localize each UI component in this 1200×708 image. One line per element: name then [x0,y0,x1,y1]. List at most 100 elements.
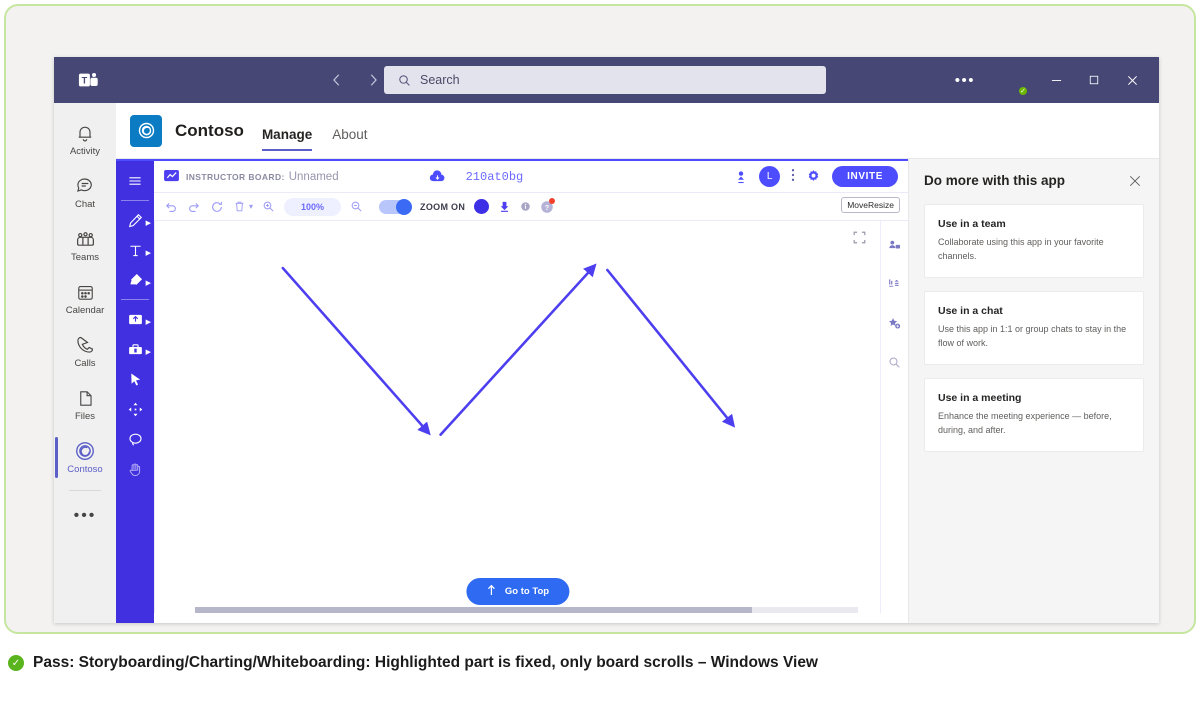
gear-icon[interactable] [806,169,821,184]
window-body: Activity Chat Teams Calendar Calls Files… [54,103,1159,623]
vertical-dots-icon[interactable] [791,168,795,185]
close-button[interactable] [1113,57,1151,103]
tool-divider [121,200,149,201]
trash-icon[interactable] [233,200,246,213]
participants-icon[interactable] [888,239,901,252]
app-content: Contoso Manage About ▶ ▶ ▶ ▶ ▶ INSTRUCTO… [116,103,1159,623]
search-input[interactable]: Search [384,66,826,94]
bell-icon [75,122,95,144]
hand-pan-icon[interactable] [116,454,154,484]
sidebar-item-label: Teams [71,252,99,263]
teams-titlebar: T Search ••• ✓ [54,57,1159,103]
sidebar-more-button[interactable]: ••• [54,497,116,525]
stamp-icon[interactable] [498,200,511,213]
svg-text:T: T [82,76,88,86]
sidebar-item-calendar[interactable]: Calendar [54,272,116,325]
zoom-out-icon[interactable] [350,200,363,213]
scrollbar-thumb[interactable] [195,607,752,613]
go-to-top-button[interactable]: Go to Top [465,578,570,605]
moveresize-badge[interactable]: MoveResize [841,197,900,213]
zoom-level[interactable]: 100% [284,197,342,216]
file-icon [76,387,95,409]
board-toolbar: ▾ 100% ZOOM ON ? [154,193,908,221]
board-header: INSTRUCTOR BOARD: Unnamed 210at0bg L INV… [154,161,908,193]
go-to-top-label: Go to Top [504,586,550,597]
card-use-in-a-meeting[interactable]: Use in a meeting Enhance the meeting exp… [924,378,1144,452]
check-circle-icon: ✓ [8,655,24,671]
contoso-app-icon [130,114,162,147]
cloud-save-icon[interactable] [429,170,446,183]
chevron-right-icon: ▶ [145,349,151,356]
zoom-in-icon[interactable] [262,200,275,213]
invite-button[interactable]: INVITE [832,166,898,187]
redo-icon[interactable] [187,200,201,214]
sidebar-item-calls[interactable]: Calls [54,325,116,378]
sidebar-item-files[interactable]: Files [54,378,116,431]
sidebar-item-label: Calls [74,358,96,369]
tool-divider [121,299,149,300]
card-use-in-a-chat[interactable]: Use in a chat Use this app in 1:1 or gro… [924,291,1144,365]
avatar[interactable]: ✓ [997,65,1029,97]
svg-text:?: ? [545,204,549,211]
whiteboard-canvas[interactable]: Go to Top [154,221,880,613]
tab-manage[interactable]: Manage [261,127,313,159]
nav-arrows [326,57,384,103]
sidebar-item-activity[interactable]: Activity [54,113,116,166]
minimize-button[interactable] [1037,57,1075,103]
tab-about[interactable]: About [332,127,367,159]
maximize-button[interactable] [1075,57,1113,103]
refresh-icon[interactable] [210,200,224,214]
move-icon[interactable] [116,394,154,424]
app-rail: Activity Chat Teams Calendar Calls Files… [54,103,116,623]
board-type-label: INSTRUCTOR BOARD: [186,171,285,182]
teams-window: T Search ••• ✓ Activity Chat Teams Calen… [54,57,1159,623]
fullscreen-icon[interactable] [853,231,866,249]
help-icon[interactable]: ? [540,197,556,214]
zoom-toggle[interactable] [379,198,413,215]
horizontal-scrollbar[interactable] [195,607,858,613]
page-title: Contoso [175,120,244,140]
back-button[interactable] [326,69,348,91]
forward-button[interactable] [362,69,384,91]
lasso-icon[interactable] [116,424,154,454]
search-board-icon[interactable] [888,356,901,369]
add-favorite-icon[interactable] [888,317,901,330]
chevron-right-icon: ▶ [145,250,151,257]
pencil-icon[interactable]: ▶ [116,205,154,235]
upload-icon[interactable]: ▶ [116,304,154,334]
eraser-icon[interactable]: ▶ [116,265,154,295]
undo-icon[interactable] [164,200,178,214]
align-icon[interactable] [888,278,901,291]
sidebar-item-label: Activity [69,146,101,157]
chat-bubble-icon [75,175,95,197]
sidebar-item-teams[interactable]: Teams [54,219,116,272]
titlebar-more-button[interactable]: ••• [943,73,987,88]
do-more-panel: Do more with this app Use in a team Coll… [908,159,1159,623]
board-header-actions: L INVITE [734,166,908,187]
toolbox-icon[interactable]: ▶ [116,334,154,364]
color-swatch-icon[interactable] [474,199,490,214]
add-person-icon[interactable] [734,170,748,184]
app-header: Contoso Manage About [116,103,1159,159]
sidebar-item-contoso[interactable]: Contoso [54,431,116,484]
info-icon[interactable] [520,201,531,212]
board-name[interactable]: Unnamed [289,171,339,183]
sidebar-item-chat[interactable]: Chat [54,166,116,219]
card-description: Enhance the meeting experience — before,… [938,411,1112,435]
arrow-up-icon [486,584,496,599]
teams-people-icon [75,228,96,250]
hamburger-menu-icon[interactable] [116,166,154,196]
text-tool-icon[interactable]: ▶ [116,235,154,265]
caption: ✓ Pass: Storyboarding/Charting/Whiteboar… [8,652,1188,674]
sidebar-item-label: Calendar [65,305,105,316]
card-title: Use in a chat [938,305,1003,317]
trash-dropdown-caret[interactable]: ▾ [249,202,253,211]
main-panes: ▶ ▶ ▶ ▶ ▶ INSTRUCTOR BOARD: Unnamed 210a… [116,159,1159,623]
toggle-knob [396,198,413,215]
chevron-right-icon: ▶ [145,280,151,287]
board-side-rail [880,221,908,613]
close-icon[interactable] [1126,173,1144,191]
card-use-in-a-team[interactable]: Use in a team Collaborate using this app… [924,204,1144,278]
pointer-icon[interactable] [116,364,154,394]
board-user-avatar[interactable]: L [759,166,781,187]
